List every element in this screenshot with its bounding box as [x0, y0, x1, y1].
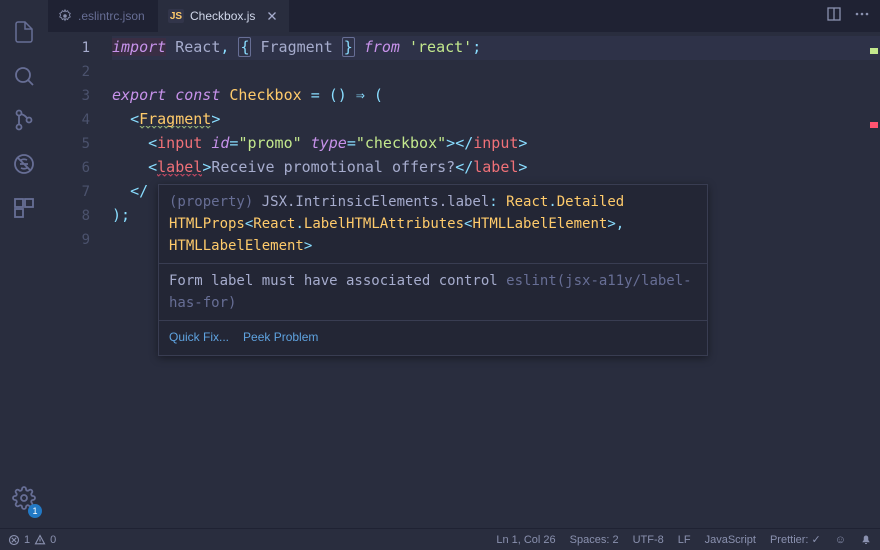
- line-number: 7: [48, 180, 112, 204]
- settings-gear-icon[interactable]: 1: [0, 476, 48, 520]
- status-feedback-icon[interactable]: ☺: [835, 534, 846, 546]
- line-number: 6: [48, 156, 112, 180]
- search-icon[interactable]: [0, 54, 48, 98]
- overview-warning-marker: [870, 48, 878, 54]
- line-number: 1: [48, 36, 112, 60]
- gutter: 1 2 3 4 5 6 7 8 9: [48, 32, 112, 528]
- code-line-6: <label>Receive promotional offers?</labe…: [112, 156, 880, 180]
- tab-label: .eslintrc.json: [78, 9, 145, 23]
- status-prettier[interactable]: Prettier: ✓: [770, 533, 821, 546]
- debug-disabled-icon[interactable]: [0, 142, 48, 186]
- peek-problem-link[interactable]: Peek Problem: [243, 326, 318, 348]
- config-icon: [58, 9, 72, 23]
- line-number: 8: [48, 204, 112, 228]
- line-number: 9: [48, 228, 112, 252]
- source-control-icon[interactable]: [0, 98, 48, 142]
- split-editor-icon[interactable]: [826, 6, 842, 26]
- status-indentation[interactable]: Spaces: 2: [570, 534, 619, 546]
- tab-checkbox-js[interactable]: JS Checkbox.js: [158, 0, 289, 32]
- line-number: 4: [48, 108, 112, 132]
- tab-bar: .eslintrc.json JS Checkbox.js: [48, 0, 880, 32]
- tab-label: Checkbox.js: [190, 9, 255, 23]
- line-number: 3: [48, 84, 112, 108]
- settings-badge: 1: [28, 504, 42, 518]
- activity-bar: 1: [0, 0, 48, 528]
- status-encoding[interactable]: UTF-8: [633, 534, 664, 546]
- status-cursor-position[interactable]: Ln 1, Col 26: [496, 534, 555, 546]
- editor-actions: [816, 0, 880, 32]
- close-icon[interactable]: [265, 9, 279, 23]
- bell-icon[interactable]: [860, 534, 872, 546]
- line-number: 5: [48, 132, 112, 156]
- code-line-1: import React, { Fragment } from 'react';: [112, 36, 880, 60]
- code-line-4: <Fragment>: [112, 108, 880, 132]
- hover-tooltip: (property) JSX.IntrinsicElements.label: …: [158, 184, 708, 356]
- tab-eslintrc[interactable]: .eslintrc.json: [48, 0, 158, 32]
- files-icon[interactable]: [0, 10, 48, 54]
- status-bar: 1 0 Ln 1, Col 26 Spaces: 2 UTF-8 LF Java…: [0, 528, 880, 550]
- line-number: 2: [48, 60, 112, 84]
- status-eol[interactable]: LF: [678, 534, 691, 546]
- js-icon: JS: [168, 9, 184, 23]
- code-line-5: <input id="promo" type="checkbox"></inpu…: [112, 132, 880, 156]
- extensions-icon[interactable]: [0, 186, 48, 230]
- code-line-3: export const Checkbox = () ⇒ (: [112, 84, 880, 108]
- status-language[interactable]: JavaScript: [705, 534, 756, 546]
- overview-error-marker: [870, 122, 878, 128]
- more-actions-icon[interactable]: [854, 6, 870, 26]
- hover-actions: Quick Fix... Peek Problem: [159, 320, 707, 355]
- status-problems[interactable]: 1 0: [8, 534, 56, 546]
- hover-signature: (property) JSX.IntrinsicElements.label: …: [159, 185, 707, 263]
- quick-fix-link[interactable]: Quick Fix...: [169, 326, 229, 348]
- code-line-2: [112, 60, 880, 84]
- hover-lint-message: Form label must have associated control …: [159, 263, 707, 320]
